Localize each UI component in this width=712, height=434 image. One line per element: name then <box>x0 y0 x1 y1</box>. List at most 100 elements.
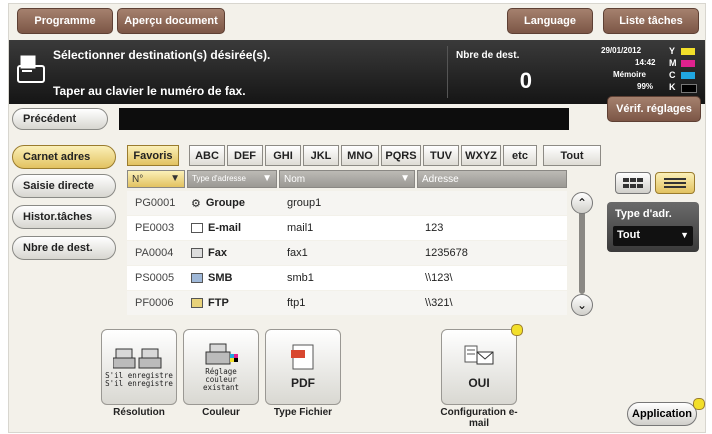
table-row[interactable]: PG0001 ⚙ Groupe group1 <box>127 191 567 215</box>
tab-favoris[interactable]: Favoris <box>127 145 179 166</box>
row-adresse: \\123\ <box>425 272 453 284</box>
precedent-button[interactable]: Précédent <box>12 108 108 130</box>
printer-resolution-icon <box>113 348 162 369</box>
row-nom: group1 <box>287 197 322 209</box>
time-text: 14:42 <box>635 58 656 67</box>
email-config-icon <box>464 345 494 365</box>
status-box: 29/01/2012 14:42 Mémoire 99% Y M C K <box>589 44 701 100</box>
fax-machine-icon <box>17 54 45 84</box>
oui-value: OUI <box>468 376 490 390</box>
resolution-label: Résolution <box>113 407 165 418</box>
row-no: PS0005 <box>135 272 175 284</box>
fax-icon <box>191 248 203 258</box>
apercu-document-button[interactable]: Aperçu document <box>117 8 225 34</box>
toner-y-bar <box>681 48 695 55</box>
email-icon <box>191 223 203 233</box>
verif-reglages-button[interactable]: Vérif. réglages <box>607 96 701 122</box>
column-adresse[interactable]: Adresse <box>417 170 567 188</box>
column-nom-label: Nom <box>284 173 306 185</box>
chevron-up-icon: ⌃ <box>576 196 588 210</box>
programme-button[interactable]: Programme <box>17 8 113 34</box>
table-row[interactable]: PS0005 SMB smb1 \\123\ <box>127 266 567 290</box>
destination-input[interactable] <box>119 108 569 130</box>
scroll-up-button[interactable]: ⌃ <box>571 192 593 214</box>
dropdown-arrow-icon: ▼ <box>680 230 689 240</box>
table-row[interactable]: PF0006 FTP ftp1 \\321\ <box>127 291 567 315</box>
liste-taches-button[interactable]: Liste tâches <box>603 8 699 34</box>
scroll-down-button[interactable]: ⌄ <box>571 294 593 316</box>
column-nom[interactable]: Nom ▼ <box>279 170 415 188</box>
toner-k-bar <box>681 84 697 93</box>
chevron-down-icon: ⌄ <box>576 298 588 312</box>
indicator-dot-icon <box>693 398 705 410</box>
header-line1: Sélectionner destination(s) désirée(s). <box>53 48 271 62</box>
row-type-label: E-mail <box>208 222 242 234</box>
control-panel-screen: Programme Aperçu document Language Liste… <box>8 3 706 433</box>
type-fichier-label: Type Fichier <box>273 407 333 418</box>
tab-abc[interactable]: ABC <box>189 145 225 166</box>
grid-view-button[interactable] <box>615 172 651 194</box>
row-type-label: SMB <box>208 272 233 284</box>
tab-jkl[interactable]: JKL <box>303 145 339 166</box>
sort-arrow-icon: ▼ <box>400 173 410 184</box>
nbre-dest-box: Nbre de dest. 0 <box>447 46 540 98</box>
column-type[interactable]: Type d'adresse ▼ <box>187 170 277 188</box>
header-line2: Taper au clavier le numéro de fax. <box>53 84 246 98</box>
sidebar-item-nbre[interactable]: Nbre de dest. <box>12 236 116 260</box>
type-adr-box: Type d'adr. Tout ▼ <box>607 202 699 252</box>
row-no: PF0006 <box>135 297 174 309</box>
couleur-button[interactable]: Réglage couleur existant <box>183 329 259 405</box>
column-no[interactable]: N° ▼ <box>127 170 185 188</box>
row-type-label: Fax <box>208 247 227 259</box>
application-button[interactable]: Application <box>627 402 697 426</box>
row-type: Fax <box>191 241 227 265</box>
pdf-value: PDF <box>291 376 315 390</box>
toner-m-label: M <box>669 58 677 68</box>
type-fichier-button[interactable]: PDF <box>265 329 341 405</box>
config-email-button[interactable]: OUI <box>441 329 517 405</box>
couleur-tiny-text: Réglage couleur existant <box>202 367 240 392</box>
tab-def[interactable]: DEF <box>227 145 263 166</box>
row-type-label: Groupe <box>205 197 245 209</box>
resolution-tiny-text: S'il enregistre S'il enregistre <box>105 371 173 388</box>
application-label: Application <box>632 408 692 420</box>
table-row[interactable]: PE0003 E-mail mail1 123 <box>127 216 567 240</box>
list-view-button[interactable] <box>655 172 695 194</box>
language-button[interactable]: Language <box>507 8 593 34</box>
couleur-label: Couleur <box>202 407 240 418</box>
tab-mno[interactable]: MNO <box>341 145 379 166</box>
tab-tuv[interactable]: TUV <box>423 145 459 166</box>
tab-tout[interactable]: Tout <box>543 145 601 166</box>
toner-c-label: C <box>669 70 676 80</box>
row-nom: ftp1 <box>287 297 306 309</box>
row-type: FTP <box>191 291 229 315</box>
grid-view-icon <box>623 178 643 188</box>
column-type-label: Type d'adresse <box>192 174 247 183</box>
column-no-label: N° <box>132 173 144 185</box>
sidebar-item-histor[interactable]: Histor.tâches <box>12 205 116 229</box>
toner-c-bar <box>681 72 695 79</box>
color-printer-icon <box>205 343 238 365</box>
sort-arrow-icon: ▼ <box>262 173 272 184</box>
tab-pqrs[interactable]: PQRS <box>381 145 421 166</box>
row-adresse: \\321\ <box>425 297 453 309</box>
toner-m-bar <box>681 60 695 67</box>
message-bar: Sélectionner destination(s) désirée(s). … <box>9 40 705 104</box>
row-no: PA0004 <box>135 247 174 259</box>
smb-icon <box>191 273 203 283</box>
list-view-icon <box>664 178 686 188</box>
tab-etc[interactable]: etc <box>503 145 537 166</box>
group-icon: ⚙ <box>191 197 201 210</box>
memory-label: Mémoire <box>613 70 646 79</box>
sidebar-item-carnet[interactable]: Carnet adres <box>12 145 116 169</box>
table-row[interactable]: PA0004 Fax fax1 1235678 <box>127 241 567 265</box>
sidebar-item-saisie[interactable]: Saisie directe <box>12 174 116 198</box>
tab-ghi[interactable]: GHI <box>265 145 301 166</box>
row-nom: mail1 <box>287 222 314 234</box>
scrollbar-track[interactable] <box>579 210 585 294</box>
type-adr-select[interactable]: Tout ▼ <box>613 226 693 246</box>
nbre-dest-label: Nbre de dest. <box>456 50 520 61</box>
tab-wxyz[interactable]: WXYZ <box>461 145 501 166</box>
config-email-label: Configuration e-mail <box>440 407 518 429</box>
resolution-button[interactable]: S'il enregistre S'il enregistre <box>101 329 177 405</box>
